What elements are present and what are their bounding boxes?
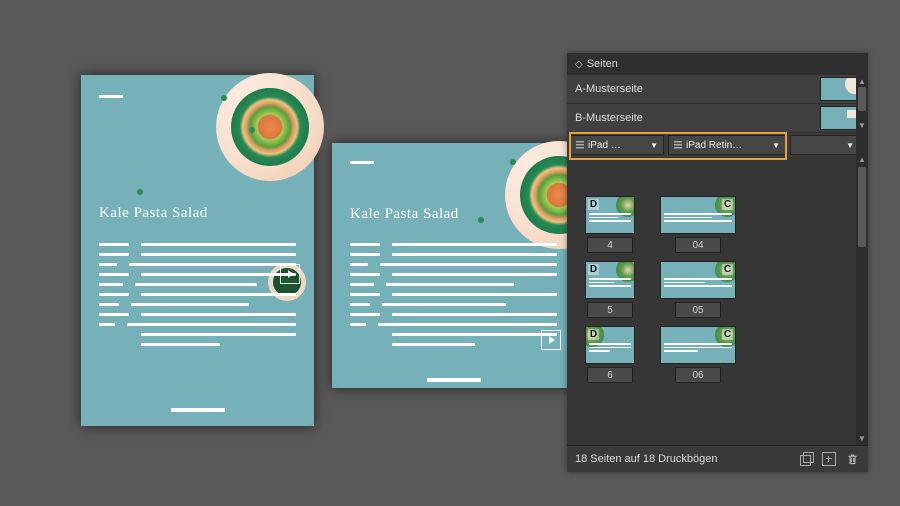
thumbnail-grid: D 4 C 04 D 5 C 05 D 6 C 06 [581,196,848,383]
layout-dropdown-empty[interactable]: ▼ [790,135,860,155]
page-thumbnail-item[interactable]: C 04 [659,196,737,253]
master-badge: D [588,199,599,210]
layout-label: iPad Retin… [686,140,742,151]
pages-panel: ◇ Seiten A-Musterseite B-Musterseite iPa… [567,53,868,472]
chevron-down-icon: ▼ [650,141,658,150]
master-badge: D [588,329,599,340]
master-badge: C [722,329,733,340]
heading-rule [350,161,374,164]
page-thumbnail-item[interactable]: C 05 [659,261,737,318]
page-number: 04 [675,237,721,253]
chevron-down-icon: ▼ [772,141,780,150]
page-thumbnail-item[interactable]: C 06 [659,326,737,383]
recipe-title: Kale Pasta Salad [350,206,459,223]
footer-rule [427,378,481,382]
master-badge: D [588,264,599,275]
page-number: 05 [675,302,721,318]
page-thumbnail-item[interactable]: D 4 [581,196,639,253]
garnish-icon [510,159,516,165]
list-icon [674,141,682,149]
scroll-thumb[interactable] [858,87,866,111]
garnish-icon [137,189,143,195]
layout-dropdown-ipad[interactable]: iPad … ▼ [570,135,664,155]
scroll-up-icon[interactable]: ▲ [856,153,868,165]
alternate-layout-bar: iPad … ▼ iPad Retin… ▼ ▼ [567,133,868,157]
canvas-page-portrait[interactable]: Kale Pasta Salad [81,75,314,426]
page-number: 6 [587,367,633,383]
garnish-icon [478,217,484,223]
page-number: 06 [675,367,721,383]
scroll-up-icon[interactable]: ▲ [856,75,868,87]
panel-header[interactable]: ◇ Seiten [567,53,868,75]
master-page-name: B-Musterseite [575,112,643,124]
list-icon [576,141,584,149]
master-thumbnail [820,77,860,101]
master-badge: C [722,199,733,210]
salad-bowl-illustration [216,73,324,181]
scroll-down-icon[interactable]: ▼ [856,119,868,131]
new-page-icon[interactable] [822,452,836,466]
scroll-down-icon[interactable]: ▼ [856,432,868,444]
heading-rule [99,95,123,98]
collapse-icon[interactable]: ◇ [575,59,583,70]
panel-footer: 18 Seiten auf 18 Druckbögen [567,445,868,472]
chevron-down-icon: ▼ [846,141,854,150]
panel-title: Seiten [587,58,618,70]
master-page-row[interactable]: B-Musterseite [567,104,868,133]
canvas-page-landscape[interactable]: Kale Pasta Salad [332,143,575,388]
play-button-icon[interactable] [541,330,561,350]
recipe-body-text [99,243,296,353]
master-page-row[interactable]: A-Musterseite [567,75,868,104]
footer-rule [171,408,225,412]
master-thumbnail [820,106,860,130]
master-pages-list: A-Musterseite B-Musterseite [567,75,868,133]
page-thumbnails-area[interactable]: D 4 C 04 D 5 C 05 D 6 C 06 [567,188,856,444]
page-thumbnail-item[interactable]: D 6 [581,326,639,383]
panel-scrollbar[interactable]: ▲ ▼ ▲ ▼ [856,75,868,446]
layout-dropdown-ipad-retina[interactable]: iPad Retin… ▼ [668,135,786,155]
scroll-thumb[interactable] [858,167,866,247]
edit-page-size-icon[interactable] [800,452,814,466]
page-number: 5 [587,302,633,318]
play-button-icon[interactable] [280,264,300,284]
layout-label: iPad … [588,140,621,151]
trash-icon[interactable] [844,451,860,467]
recipe-title: Kale Pasta Salad [99,205,208,222]
garnish-icon [249,127,255,133]
page-thumbnail-item[interactable]: D 5 [581,261,639,318]
page-count-status: 18 Seiten auf 18 Druckbögen [575,453,718,465]
master-page-name: A-Musterseite [575,83,643,95]
recipe-body-text [350,243,557,353]
garnish-icon [221,95,227,101]
page-number: 4 [587,237,633,253]
master-badge: C [722,264,733,275]
